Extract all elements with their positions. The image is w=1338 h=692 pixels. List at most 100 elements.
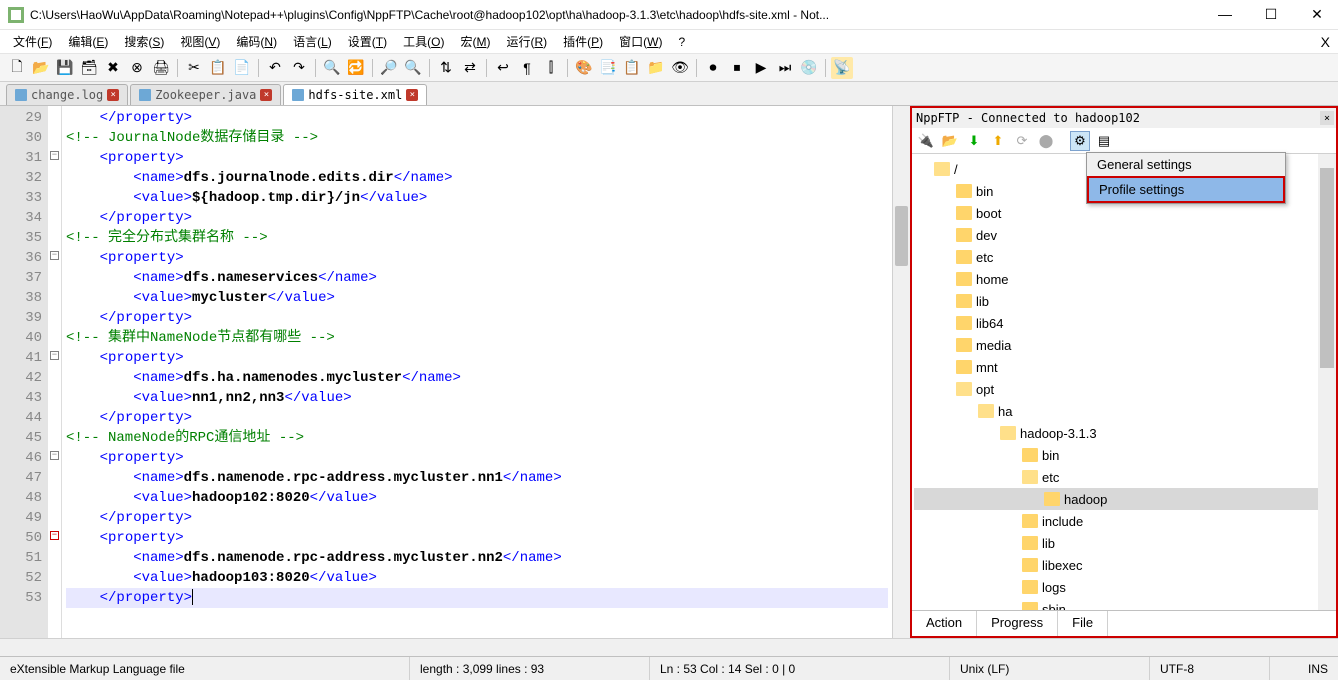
nppftp-icon[interactable]: 📡 [831,57,853,79]
doc-map-icon[interactable]: 📑 [597,57,619,79]
menu-编码(N)[interactable]: 编码(N) [229,31,284,52]
ftp-abort-icon[interactable]: ⬤ [1036,131,1056,151]
tree-node-home[interactable]: home [914,268,1334,290]
ftp-upload-icon[interactable]: ⬆ [988,131,1008,151]
tree-scrollbar[interactable] [1318,154,1336,610]
save-macro-icon[interactable]: 💿 [798,57,820,79]
ftp-tree[interactable]: /binbootdevetchomeliblib64mediamntopthah… [912,154,1336,610]
tree-node-logs[interactable]: logs [914,576,1334,598]
wordwrap-icon[interactable]: ↩ [492,57,514,79]
cut-icon[interactable]: ✂ [183,57,205,79]
zoom-out-icon[interactable]: 🔍 [402,57,424,79]
status-eol[interactable]: Unix (LF) [950,657,1150,680]
find-icon[interactable]: 🔍 [321,57,343,79]
ftp-tab-File[interactable]: File [1058,611,1108,636]
ftp-close-icon[interactable]: × [1320,111,1334,125]
tree-node-lib64[interactable]: lib64 [914,312,1334,334]
close-icon[interactable]: ✖ [102,57,124,79]
save-icon[interactable]: 💾 [54,57,76,79]
ftp-messages-icon[interactable]: ▤ [1094,131,1114,151]
paste-icon[interactable]: 📄 [231,57,253,79]
play-multi-icon[interactable]: ⏭ [774,57,796,79]
menu-?[interactable]: ? [671,33,692,51]
tab-close-x[interactable]: X [1321,34,1330,50]
tree-node-hadoop-3.1.3[interactable]: hadoop-3.1.3 [914,422,1334,444]
fold-gutter[interactable]: − − − − − [48,106,62,638]
tab-Zookeeper.java[interactable]: Zookeeper.java× [130,84,281,105]
print-icon[interactable]: 🖨 [150,57,172,79]
menu-运行(R)[interactable]: 运行(R) [499,31,554,52]
vertical-scrollbar[interactable] [892,106,910,638]
tab-close-icon[interactable]: × [107,89,119,101]
open-file-icon[interactable]: 📂 [30,57,52,79]
menu-插件(P)[interactable]: 插件(P) [556,31,610,52]
lang-icon[interactable]: 🎨 [573,57,595,79]
new-file-icon[interactable]: 🗋 [6,57,28,79]
status-enc[interactable]: UTF-8 [1150,657,1270,680]
ftp-tab-Action[interactable]: Action [912,611,977,636]
tree-node-lib[interactable]: lib [914,290,1334,312]
copy-icon[interactable]: 📋 [207,57,229,79]
tree-node-include[interactable]: include [914,510,1334,532]
menu-搜索(S)[interactable]: 搜索(S) [117,31,171,52]
tree-node-opt[interactable]: opt [914,378,1334,400]
func-list-icon[interactable]: 📋 [621,57,643,79]
tab-change.log[interactable]: change.log× [6,84,128,105]
ftp-connect-icon[interactable]: 🔌 [916,131,936,151]
tree-node-etc[interactable]: etc [914,466,1334,488]
minimize-button[interactable]: ― [1212,6,1238,23]
monitor-icon[interactable]: 👁 [669,57,691,79]
editor[interactable]: 2930313233343536373839404142434445464748… [0,106,910,638]
ftp-open-icon[interactable]: 📂 [940,131,960,151]
sync-h-icon[interactable]: ⇄ [459,57,481,79]
menu-编辑(E)[interactable]: 编辑(E) [61,31,115,52]
tree-node-libexec[interactable]: libexec [914,554,1334,576]
menu-profile-settings[interactable]: Profile settings [1087,176,1285,203]
status-ins[interactable]: INS [1270,657,1338,680]
replace-icon[interactable]: 🔁 [345,57,367,79]
tree-node-sbin[interactable]: sbin [914,598,1334,610]
menu-视图(V)[interactable]: 视图(V) [173,31,227,52]
tree-node-lib[interactable]: lib [914,532,1334,554]
tab-hdfs-site.xml[interactable]: hdfs-site.xml× [283,84,427,105]
zoom-in-icon[interactable]: 🔎 [378,57,400,79]
ftp-refresh-icon[interactable]: ⟳ [1012,131,1032,151]
save-all-icon[interactable]: 🗃 [78,57,100,79]
menu-工具(O)[interactable]: 工具(O) [396,31,451,52]
record-macro-icon[interactable]: ⏺ [702,57,724,79]
menu-窗口(W)[interactable]: 窗口(W) [612,31,669,52]
tree-node-media[interactable]: media [914,334,1334,356]
code-area[interactable]: </property><!-- JournalNode数据存储目录 --> <p… [62,106,892,638]
ftp-bottom-tabs: ActionProgressFile [912,610,1336,636]
ftp-tab-Progress[interactable]: Progress [977,611,1058,636]
menu-语言(L)[interactable]: 语言(L) [286,31,339,52]
menu-文件(F)[interactable]: 文件(F) [6,31,59,52]
stop-macro-icon[interactable]: ⏹ [726,57,748,79]
horizontal-scrollbar[interactable] [0,638,1338,656]
tree-node-bin[interactable]: bin [914,444,1334,466]
menu-general-settings[interactable]: General settings [1087,153,1285,176]
tree-node-etc[interactable]: etc [914,246,1334,268]
tree-node-mnt[interactable]: mnt [914,356,1334,378]
menu-宏(M)[interactable]: 宏(M) [453,31,497,52]
tree-node-boot[interactable]: boot [914,202,1334,224]
ftp-settings-icon[interactable]: ⚙ [1070,131,1090,151]
show-all-chars-icon[interactable]: ¶ [516,57,538,79]
tab-close-icon[interactable]: × [406,89,418,101]
tree-node-dev[interactable]: dev [914,224,1334,246]
sync-v-icon[interactable]: ⇅ [435,57,457,79]
close-button[interactable]: ✕ [1304,6,1330,23]
tab-close-icon[interactable]: × [260,89,272,101]
undo-icon[interactable]: ↶ [264,57,286,79]
redo-icon[interactable]: ↷ [288,57,310,79]
close-all-icon[interactable]: ⊗ [126,57,148,79]
menu-设置(T)[interactable]: 设置(T) [341,31,394,52]
folder-panel-icon[interactable]: 📁 [645,57,667,79]
maximize-button[interactable]: ☐ [1258,6,1284,23]
play-macro-icon[interactable]: ▶ [750,57,772,79]
tree-node-ha[interactable]: ha [914,400,1334,422]
tree-node-hadoop[interactable]: hadoop [914,488,1334,510]
ftp-download-icon[interactable]: ⬇ [964,131,984,151]
statusbar: eXtensible Markup Language file length :… [0,656,1338,680]
indent-guide-icon[interactable]: ⫿ [540,57,562,79]
